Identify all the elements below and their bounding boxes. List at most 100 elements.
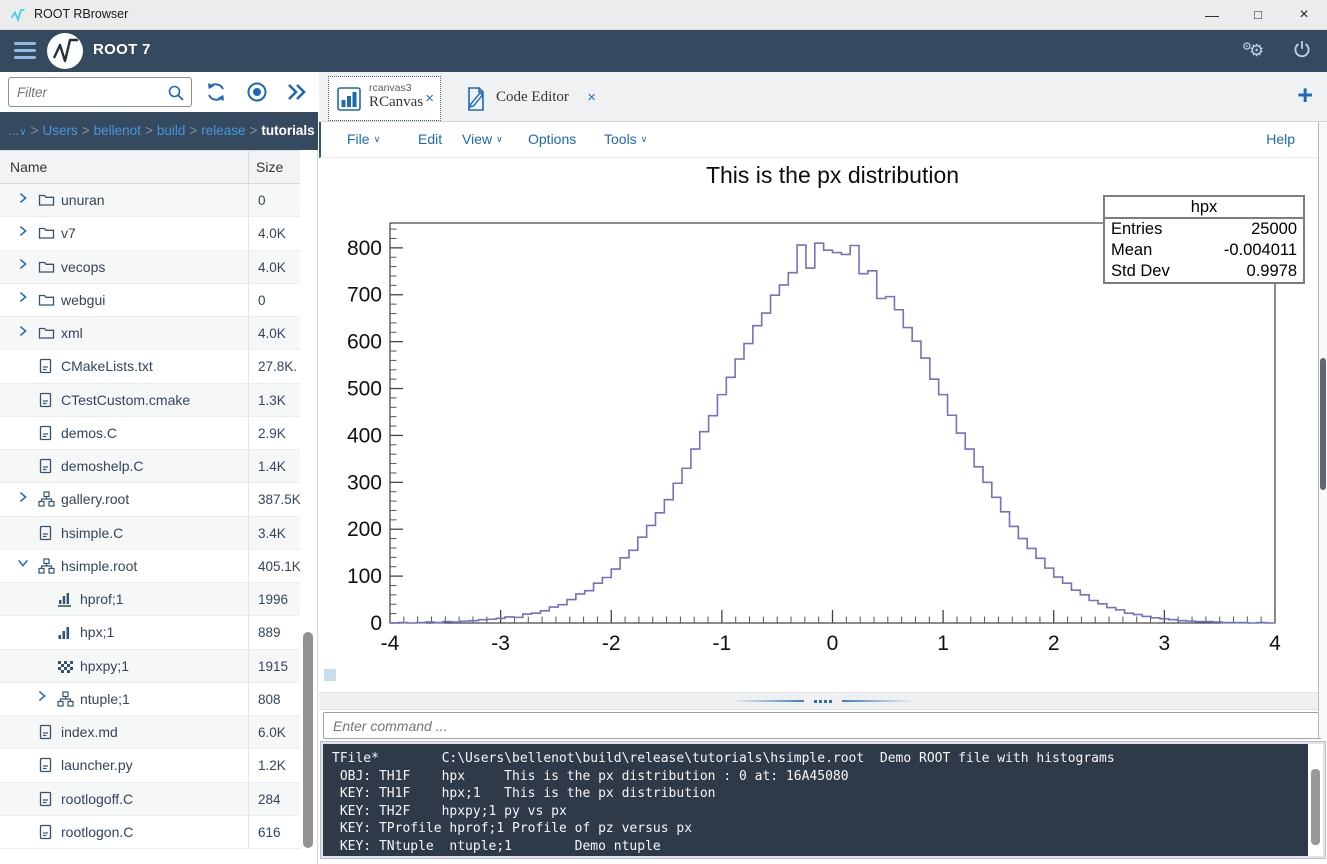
menu-item-file[interactable]: File∨ <box>347 131 380 147</box>
console-line: OBJ: TH1F hpx This is the px distributio… <box>332 768 1301 786</box>
console-scrollbar-thumb[interactable] <box>1311 769 1320 845</box>
menu-item-options[interactable]: Options <box>528 131 576 147</box>
file-size: 6.0K <box>248 716 300 748</box>
breadcrumb-link[interactable]: bellenot <box>94 123 141 138</box>
table-row[interactable]: v74.0K <box>0 217 300 250</box>
tab-close-icon[interactable]: × <box>587 89 596 106</box>
file-size: 1915 <box>248 650 300 682</box>
chevron-right-icon[interactable] <box>16 224 30 243</box>
file-size: 0 <box>248 184 300 216</box>
resize-handle[interactable] <box>324 669 336 681</box>
refresh-icon[interactable] <box>204 80 228 104</box>
file-name: index.md <box>61 724 118 740</box>
file-name: CMakeLists.txt <box>61 358 153 374</box>
minimize-button[interactable]: — <box>1189 0 1235 30</box>
table-row[interactable]: launcher.py1.2K <box>0 749 300 782</box>
tab-code-editor[interactable]: Code Editor × <box>454 76 604 121</box>
folder-icon <box>38 325 56 341</box>
file-size: 3.4K <box>248 517 300 549</box>
filter-input[interactable] <box>17 82 157 102</box>
root-rbrowser-window: ROOT RBrowser — □ × ROOT 7 ⚙⚙ <box>0 0 1327 864</box>
file-size: 808 <box>248 683 300 715</box>
table-row[interactable]: xml4.0K <box>0 317 300 350</box>
main-scrollbar-thumb[interactable] <box>1320 358 1326 490</box>
file-size: 1996 <box>248 583 300 615</box>
table-row[interactable]: hsimple.root405.1K <box>0 550 300 583</box>
chevron-right-icon[interactable] <box>16 257 30 276</box>
horizontal-splitter[interactable] <box>319 692 1327 710</box>
menu-item-edit[interactable]: Edit <box>418 131 442 147</box>
table-row[interactable]: rootlogoff.C284 <box>0 783 300 816</box>
double-chevron-right-icon[interactable] <box>284 80 308 104</box>
stats-row-entries: Entries 25000 <box>1105 219 1303 240</box>
maximize-button[interactable]: □ <box>1235 0 1281 30</box>
table-row[interactable]: CTestCustom.cmake1.3K <box>0 384 300 417</box>
menu-hamburger-icon[interactable] <box>14 42 36 60</box>
rcanvas-area[interactable]: This is the px distribution 010020030040… <box>320 158 1327 668</box>
chevron-right-icon[interactable] <box>16 490 30 509</box>
table-row[interactable]: hsimple.C3.4K <box>0 517 300 550</box>
breadcrumb-separator: > <box>141 123 157 138</box>
tree-icon <box>57 691 75 707</box>
svg-text:700: 700 <box>347 284 382 307</box>
table-row[interactable]: demos.C2.9K <box>0 417 300 450</box>
chevron-down-icon[interactable]: ∨ <box>19 127 26 138</box>
breadcrumb-link[interactable]: Users <box>42 123 77 138</box>
breadcrumb-collapsed[interactable]: ... <box>8 123 19 138</box>
svg-text:100: 100 <box>347 565 382 588</box>
stats-box[interactable]: hpx Entries 25000 Mean -0.004011 Std Dev… <box>1103 195 1305 284</box>
menu-item-help[interactable]: Help <box>1266 131 1295 147</box>
doc-icon <box>38 724 56 740</box>
sidebar-scrollbar-thumb[interactable] <box>303 632 313 848</box>
splitter-gradient-right <box>842 700 914 702</box>
doc-icon <box>38 525 56 541</box>
command-line[interactable] <box>323 712 1322 739</box>
power-icon[interactable] <box>1291 39 1313 61</box>
file-size: 284 <box>248 783 300 815</box>
table-row[interactable]: unuran0 <box>0 184 300 217</box>
table-row[interactable]: gallery.root387.5K <box>0 483 300 516</box>
column-header-name[interactable]: Name <box>10 159 47 175</box>
menu-item-view[interactable]: View∨ <box>462 131 503 147</box>
add-tab-button[interactable]: + <box>1297 80 1313 110</box>
file-size: 889 <box>248 616 300 648</box>
chevron-right-icon[interactable] <box>16 191 30 210</box>
table-row[interactable]: index.md 6.0K <box>0 716 300 749</box>
hist-icon <box>57 624 75 640</box>
table-row[interactable]: webgui0 <box>0 284 300 317</box>
tab-close-icon[interactable]: × <box>425 90 434 107</box>
close-button[interactable]: × <box>1281 0 1327 30</box>
file-size: 405.1K <box>248 550 300 582</box>
record-target-icon[interactable] <box>245 80 269 104</box>
console-output[interactable]: TFile* C:\Users\bellenot\build\release\t… <box>321 742 1325 858</box>
chevron-right-icon[interactable] <box>35 689 49 708</box>
column-header-size[interactable]: Size <box>256 159 283 175</box>
table-row[interactable]: ntuple;1808 <box>0 683 300 716</box>
svg-text:4: 4 <box>1269 632 1281 655</box>
tab-rcanvas[interactable]: rcanvas3 RCanvas × <box>328 76 441 121</box>
chevron-right-icon[interactable] <box>16 324 30 343</box>
table-row[interactable]: hprof;11996 <box>0 583 300 616</box>
chevron-down-icon[interactable] <box>16 556 30 575</box>
command-input[interactable] <box>333 716 1303 735</box>
shell-bar: ROOT 7 ⚙⚙ <box>0 30 1327 72</box>
breadcrumb-link[interactable]: release <box>201 123 245 138</box>
table-row[interactable]: rootlogon.C616 <box>0 816 300 849</box>
chevron-right-icon[interactable] <box>16 290 30 309</box>
file-name: demos.C <box>61 425 117 441</box>
breadcrumb-link[interactable]: build <box>157 123 186 138</box>
column-divider <box>248 151 249 183</box>
table-row[interactable]: hpxpy;11915 <box>0 650 300 683</box>
filter-field[interactable] <box>8 77 192 107</box>
table-row[interactable]: demoshelp.C1.4K <box>0 450 300 483</box>
menu-item-tools[interactable]: Tools∨ <box>604 131 647 147</box>
table-row[interactable]: vecops4.0K <box>0 251 300 284</box>
file-table: Name Size unuran0v74.0Kvecops4.0Kwebgui0… <box>0 150 300 849</box>
file-size: 4.0K <box>248 217 300 249</box>
table-row[interactable]: hpx;1889 <box>0 616 300 649</box>
file-size: 1.3K <box>248 384 300 416</box>
search-icon[interactable] <box>167 84 185 102</box>
svg-text:600: 600 <box>347 331 382 354</box>
table-row[interactable]: CMakeLists.txt27.8K. <box>0 350 300 383</box>
settings-gears-icon[interactable]: ⚙⚙ <box>1249 39 1275 63</box>
